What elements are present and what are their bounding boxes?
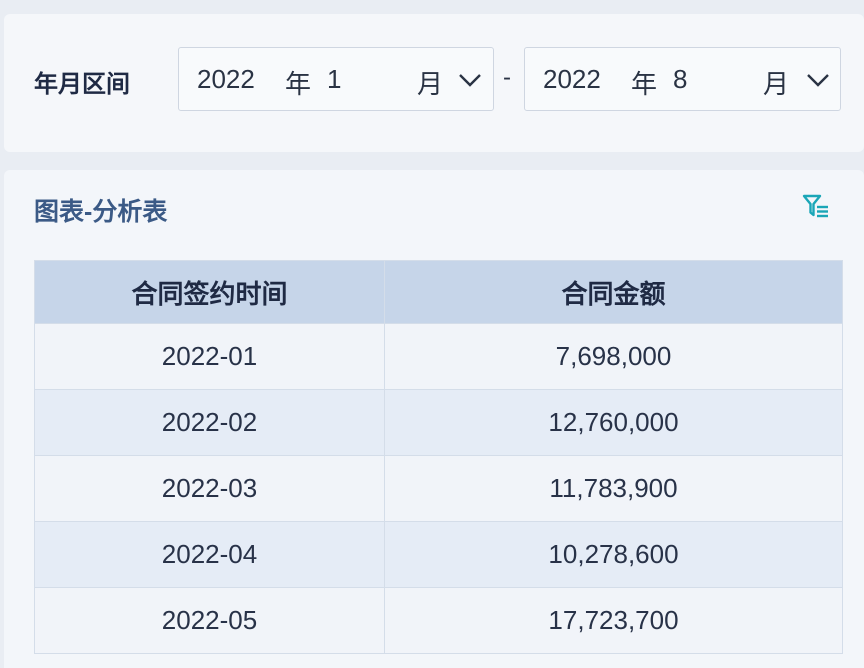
cell-sign-date: 2022-03	[34, 455, 385, 522]
start-year-value: 2022	[197, 64, 255, 94]
start-year-unit: 年	[285, 69, 312, 99]
start-month-unit: 月	[417, 69, 444, 99]
cell-sign-date: 2022-04	[34, 521, 385, 588]
table-row: 2022-02 12,760,000	[34, 389, 843, 456]
cell-contract-amount: 11,783,900	[384, 455, 843, 522]
range-separator: -	[503, 64, 511, 91]
end-month-unit: 月	[763, 69, 790, 99]
cell-contract-amount: 12,760,000	[384, 389, 843, 456]
table-row: 2022-05 17,723,700	[34, 587, 843, 654]
cell-contract-amount: 10,278,600	[384, 521, 843, 588]
table-row: 2022-01 7,698,000	[34, 323, 843, 390]
end-year-unit: 年	[631, 69, 658, 99]
cell-sign-date: 2022-01	[34, 323, 385, 390]
chevron-down-icon[interactable]	[805, 70, 831, 90]
panel-title: 图表-分析表	[34, 198, 168, 226]
cell-contract-amount: 17,723,700	[384, 587, 843, 654]
column-header-contract-amount[interactable]: 合同金额	[384, 260, 843, 324]
start-month-value: 1	[327, 64, 342, 94]
end-year-value: 2022	[543, 64, 601, 94]
table-row: 2022-04 10,278,600	[34, 521, 843, 588]
chevron-down-icon[interactable]	[457, 70, 483, 90]
filter-icon[interactable]	[802, 193, 830, 219]
filter-label: 年月区间	[34, 71, 130, 98]
table-row: 2022-03 11,783,900	[34, 455, 843, 522]
analysis-table: 合同签约时间 合同金额 2022-01 7,698,000 2022-02 12…	[34, 260, 843, 654]
column-header-sign-date[interactable]: 合同签约时间	[34, 260, 385, 324]
end-month-select[interactable]: 2022 年 8 月	[524, 47, 841, 111]
cell-contract-amount: 7,698,000	[384, 323, 843, 390]
end-month-value: 8	[673, 64, 688, 94]
cell-sign-date: 2022-02	[34, 389, 385, 456]
start-month-select[interactable]: 2022 年 1 月	[178, 47, 494, 111]
table-header-row: 合同签约时间 合同金额	[34, 260, 843, 324]
cell-sign-date: 2022-05	[34, 587, 385, 654]
